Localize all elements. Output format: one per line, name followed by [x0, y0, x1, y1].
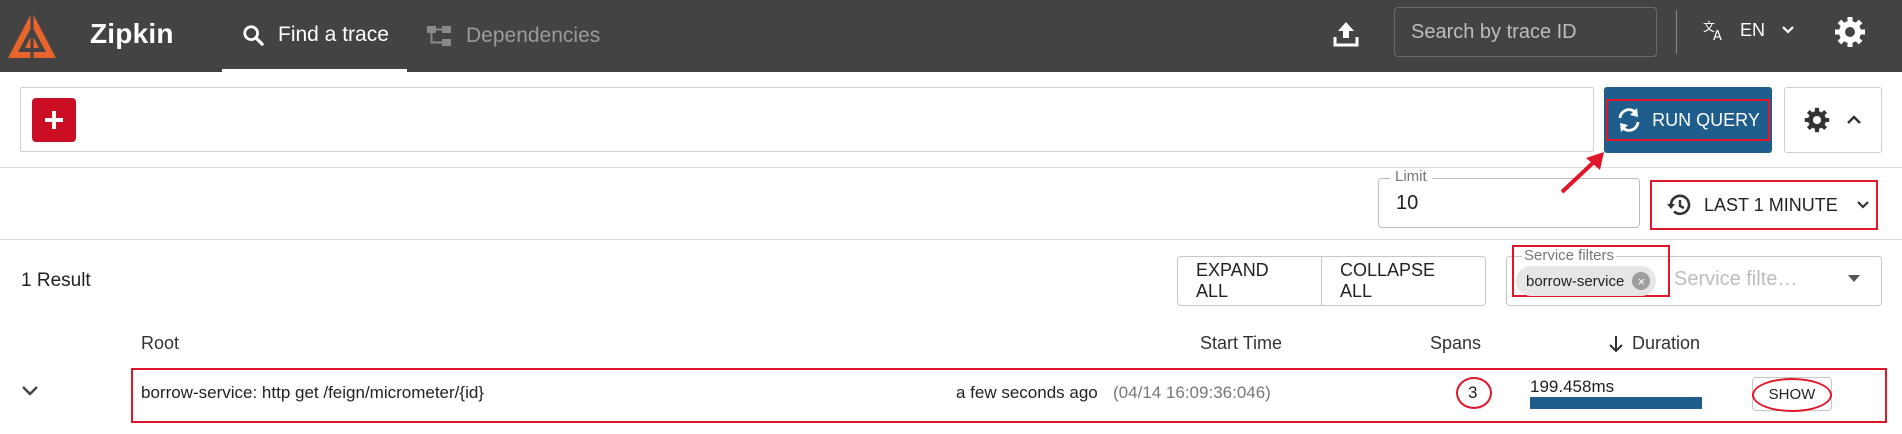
annotation-arrow — [1560, 152, 1604, 194]
remove-chip-icon[interactable]: × — [1632, 272, 1651, 290]
trace-duration: 199.458ms — [1530, 377, 1615, 396]
duration-header-label: Duration — [1632, 333, 1701, 353]
header-divider — [1676, 10, 1677, 54]
chevron-down-icon — [1856, 201, 1869, 209]
upload-icon — [1333, 22, 1359, 47]
settings-gear-icon[interactable] — [1834, 16, 1866, 48]
limit-label: Limit — [1390, 168, 1432, 185]
trace-root-name[interactable]: borrow-service: http get /feign/micromet… — [141, 383, 484, 403]
run-query-button[interactable]: RUN QUERY — [1604, 87, 1772, 153]
trace-id-search-input[interactable] — [1394, 7, 1657, 57]
search-icon — [243, 24, 264, 46]
time-range-label: LAST 1 MINUTE — [1704, 194, 1838, 215]
trace-relative-time: a few seconds ago — [956, 383, 1098, 402]
tab-label: Dependencies — [466, 24, 601, 47]
history-icon — [1667, 194, 1691, 216]
column-header-spans[interactable]: Spans — [1430, 333, 1481, 354]
expand-all-button[interactable]: EXPAND ALL — [1178, 257, 1322, 305]
trace-absolute-time: (04/14 16:09:36:046) — [1113, 383, 1271, 402]
dropdown-arrow-icon[interactable] — [1846, 272, 1862, 284]
chevron-down-icon — [1782, 26, 1794, 34]
expand-collapse-group: EXPAND ALL COLLAPSE ALL — [1177, 256, 1486, 306]
add-criteria-button[interactable] — [32, 98, 76, 142]
language-label: EN — [1740, 19, 1766, 40]
time-range-selector[interactable]: LAST 1 MINUTE — [1650, 180, 1878, 230]
sort-down-arrow-icon — [1609, 335, 1623, 352]
query-settings-button[interactable] — [1784, 87, 1882, 153]
column-header-start-time[interactable]: Start Time — [1200, 333, 1282, 354]
service-filter-chip[interactable]: borrow-service × — [1516, 266, 1657, 296]
chevron-up-icon — [1847, 115, 1861, 124]
brand-name[interactable]: Zipkin — [90, 18, 174, 50]
plus-icon — [45, 111, 63, 129]
tab-label: Find a trace — [278, 22, 389, 46]
gear-icon — [1804, 107, 1830, 133]
trace-span-count: 3 — [1468, 383, 1478, 402]
collapse-all-button[interactable]: COLLAPSE ALL — [1322, 257, 1485, 305]
limit-value[interactable]: 10 — [1396, 192, 1418, 215]
top-app-bar: Zipkin Find a trace Dependencies 文 A EN — [0, 0, 1902, 72]
duration-bar-fill — [1530, 397, 1702, 409]
annotation-ellipse — [1752, 378, 1832, 412]
translate-icon: 文 A — [1703, 19, 1722, 42]
dependencies-icon — [427, 26, 451, 46]
tab-find-a-trace[interactable]: Find a trace — [222, 0, 407, 72]
refresh-icon — [1618, 108, 1640, 132]
chip-label: borrow-service — [1526, 272, 1625, 290]
column-header-duration[interactable]: Duration — [1608, 333, 1700, 354]
svg-text:A: A — [1713, 29, 1722, 42]
query-criteria-bar[interactable] — [20, 87, 1594, 152]
run-query-label: RUN QUERY — [1652, 109, 1760, 130]
zipkin-logo-icon[interactable] — [4, 8, 60, 64]
service-filters-label: Service filters — [1522, 247, 1617, 264]
language-selector[interactable]: 文 A EN — [1702, 18, 1795, 42]
expand-row-chevron-icon[interactable] — [20, 384, 40, 398]
section-divider — [0, 239, 1902, 240]
service-filter-placeholder: Service filte… — [1674, 268, 1798, 290]
tab-dependencies[interactable]: Dependencies — [426, 0, 600, 72]
result-count: 1 Result — [21, 270, 91, 291]
column-header-root: Root — [141, 333, 180, 353]
section-divider — [0, 167, 1902, 168]
duration-bar-track — [1530, 397, 1702, 409]
upload-button[interactable] — [1326, 14, 1366, 54]
